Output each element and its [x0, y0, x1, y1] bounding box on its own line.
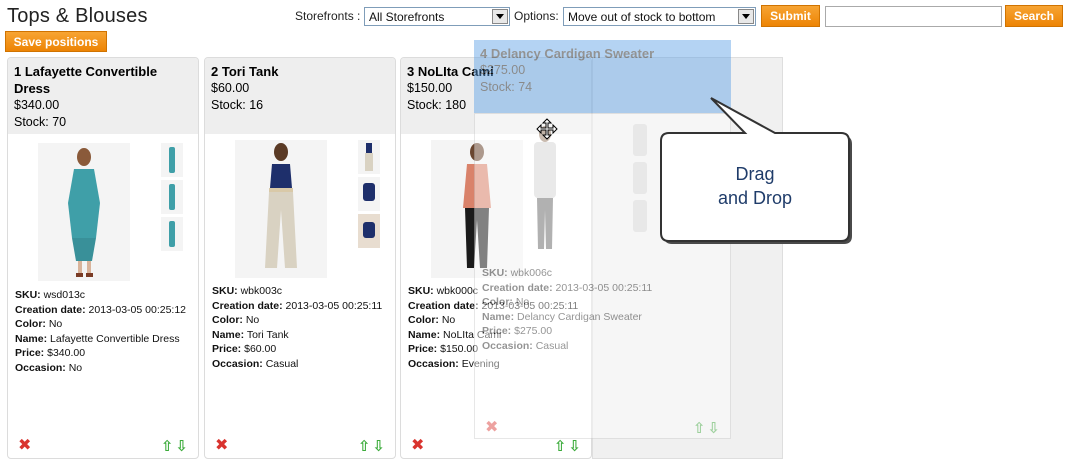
- price-value: $60.00: [244, 343, 277, 355]
- color-label: Color:: [408, 314, 439, 326]
- callout-text: Drag and Drop: [665, 162, 845, 210]
- product-details: SKU: wsd013c Creation date: 2013-03-05 0…: [15, 288, 195, 375]
- color-label: Color:: [482, 296, 513, 308]
- options-label: Options:: [514, 9, 559, 23]
- occasion-label: Occasion:: [15, 361, 66, 374]
- move-cursor-icon: [536, 118, 558, 140]
- product-details: SKU: wbk003c Creation date: 2013-03-05 0…: [212, 284, 392, 371]
- product-stock: Stock: 16: [211, 98, 264, 112]
- card-header[interactable]: 1 Lafayette Convertible Dress $340.00 St…: [8, 58, 198, 134]
- product-stock: Stock: 70: [14, 115, 67, 129]
- product-price: $60.00: [211, 81, 250, 95]
- product-stock: Stock: 74: [480, 80, 533, 94]
- options-select[interactable]: Move out of stock to bottom: [563, 7, 756, 26]
- arrow-up-icon[interactable]: ⇧: [358, 438, 373, 455]
- product-thumbnail[interactable]: [358, 177, 380, 211]
- occasion-label: Occasion:: [408, 357, 459, 370]
- product-title: 1 Lafayette Convertible Dress: [14, 64, 158, 96]
- occasion-value: No: [68, 361, 83, 374]
- name-value: Lafayette Convertible Dress: [50, 332, 180, 345]
- color-value: No: [245, 314, 260, 326]
- search-input[interactable]: [825, 6, 1002, 27]
- product-thumbnail[interactable]: [358, 214, 380, 248]
- callout-line-1: Drag: [735, 164, 775, 184]
- product-title: 4 Delancy Cardigan Sweater: [480, 46, 655, 61]
- name-value: Delancy Cardigan Sweater: [517, 310, 642, 323]
- save-positions-button[interactable]: Save positions: [5, 31, 107, 52]
- storefronts-select[interactable]: All Storefronts: [364, 7, 510, 26]
- name-label: Name:: [482, 310, 515, 323]
- price-label: Price:: [212, 343, 242, 355]
- creation-date-value: 2013-03-05 00:25:11: [285, 299, 383, 312]
- product-thumbnail[interactable]: [161, 217, 183, 251]
- sku-value: wbk006c: [510, 267, 553, 279]
- name-label: Name:: [408, 328, 441, 341]
- arrow-down-icon[interactable]: ⇩: [372, 438, 387, 455]
- sku-label: SKU:: [212, 285, 238, 297]
- price-label: Price:: [482, 325, 512, 337]
- color-value: No: [441, 314, 456, 326]
- creation-date-label: Creation date:: [212, 299, 283, 312]
- product-price: $275.00: [480, 63, 526, 77]
- product-thumbnail[interactable]: [161, 180, 183, 214]
- creation-date-label: Creation date:: [15, 303, 86, 316]
- product-main-image: [38, 143, 130, 281]
- chevron-down-icon[interactable]: [492, 9, 508, 24]
- product-title: 2 Tori Tank: [211, 64, 279, 79]
- arrow-down-icon[interactable]: ⇩: [707, 420, 722, 437]
- options-value: Move out of stock to bottom: [568, 10, 716, 24]
- product-main-image: [534, 126, 556, 249]
- sku-value: wbk003c: [240, 285, 283, 297]
- color-value: No: [48, 318, 63, 330]
- delete-x-icon[interactable]: ✖: [18, 438, 31, 454]
- delete-x-icon[interactable]: ✖: [215, 438, 228, 454]
- price-value: $340.00: [47, 347, 86, 359]
- product-details: SKU: wbk006c Creation date: 2013-03-05 0…: [482, 266, 722, 353]
- creation-date-value: 2013-03-05 00:25:11: [555, 281, 653, 294]
- sku-label: SKU:: [482, 267, 508, 279]
- color-label: Color:: [212, 314, 243, 326]
- occasion-label: Occasion:: [482, 339, 533, 352]
- sku-label: SKU:: [408, 285, 434, 297]
- chevron-down-icon[interactable]: [738, 9, 754, 24]
- occasion-value: Casual: [535, 339, 569, 352]
- product-card[interactable]: 2 Tori Tank $60.00 Stock: 16 SKU: wbk003…: [204, 57, 396, 459]
- storefronts-label: Storefronts :: [295, 9, 361, 23]
- delete-x-icon[interactable]: ✖: [485, 420, 498, 436]
- arrow-down-icon[interactable]: ⇩: [568, 438, 583, 455]
- product-price: $340.00: [14, 98, 60, 112]
- product-main-image: [235, 140, 327, 278]
- color-value: No: [515, 296, 530, 308]
- search-button[interactable]: Search: [1005, 5, 1063, 27]
- delete-x-icon[interactable]: ✖: [411, 438, 424, 454]
- price-label: Price:: [408, 343, 438, 355]
- occasion-value: Casual: [265, 357, 299, 370]
- creation-date-value: 2013-03-05 00:25:12: [88, 303, 187, 316]
- price-value: $150.00: [440, 343, 479, 355]
- price-label: Price:: [15, 347, 45, 359]
- name-label: Name:: [212, 328, 245, 341]
- callout-line-2: and Drop: [717, 188, 793, 208]
- submit-button[interactable]: Submit: [761, 5, 820, 27]
- occasion-label: Occasion:: [212, 357, 263, 370]
- creation-date-label: Creation date:: [482, 281, 553, 294]
- name-value: Tori Tank: [246, 328, 289, 341]
- page-title: Tops & Blouses: [7, 5, 148, 27]
- product-card[interactable]: 1 Lafayette Convertible Dress $340.00 St…: [7, 57, 199, 459]
- arrow-up-icon[interactable]: ⇧: [693, 420, 708, 437]
- product-thumbnail[interactable]: [358, 140, 380, 174]
- color-label: Color:: [15, 318, 46, 330]
- creation-date-label: Creation date:: [408, 299, 479, 312]
- sku-label: SKU:: [15, 289, 41, 301]
- arrow-down-icon[interactable]: ⇩: [175, 438, 190, 455]
- name-label: Name:: [15, 332, 48, 345]
- sku-value: wsd013c: [43, 289, 86, 301]
- arrow-up-icon[interactable]: ⇧: [554, 438, 569, 455]
- storefronts-value: All Storefronts: [369, 10, 445, 24]
- sku-value: wbk000c: [436, 285, 479, 297]
- price-value: $275.00: [514, 325, 553, 337]
- product-thumbnail[interactable]: [161, 143, 183, 177]
- arrow-up-icon[interactable]: ⇧: [161, 438, 176, 455]
- card-header[interactable]: 2 Tori Tank $60.00 Stock: 16: [205, 58, 395, 134]
